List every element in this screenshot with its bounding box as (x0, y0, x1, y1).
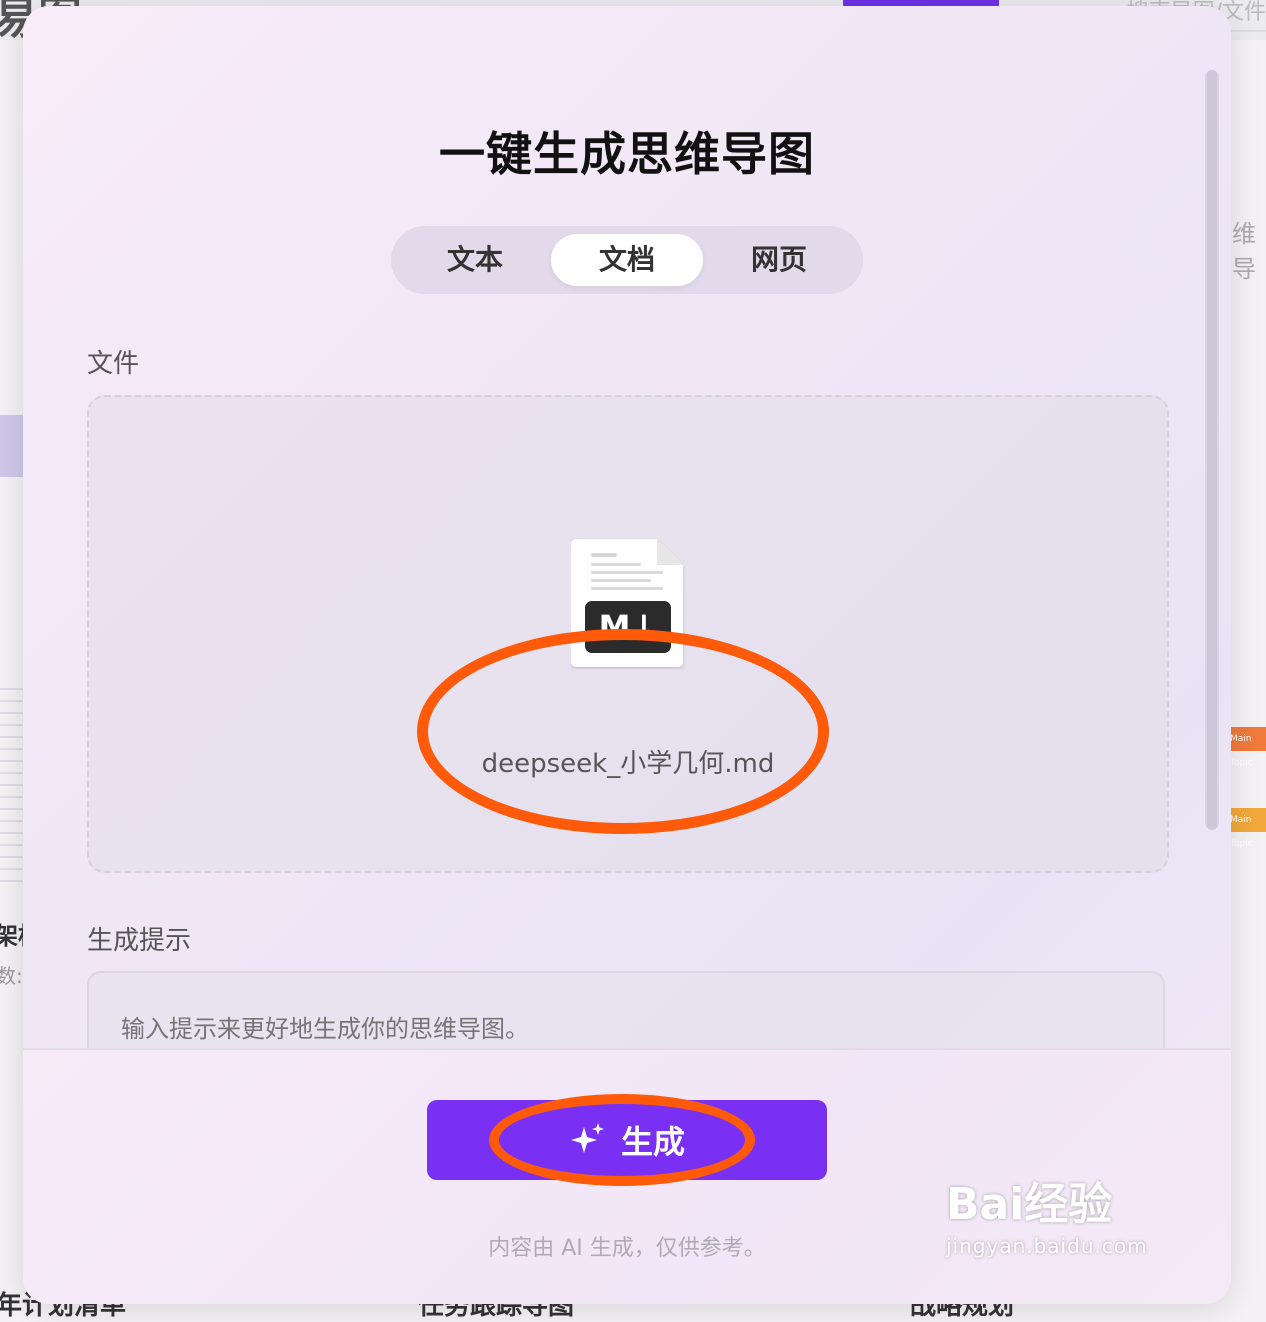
tab-webpage[interactable]: 网页 (703, 234, 855, 286)
watermark-logo: Bai经验 (946, 1179, 1113, 1230)
annotation-circle-file (417, 629, 829, 834)
tab-text[interactable]: 文本 (399, 234, 551, 286)
background-topic-tag: Main Topic (1230, 727, 1266, 768)
scrollbar-thumb[interactable] (1207, 70, 1217, 830)
source-type-tabs: 文本 文档 网页 (391, 226, 863, 294)
prompt-section-label: 生成提示 (87, 926, 192, 956)
background-right-text: 维导 (1232, 220, 1256, 283)
watermark-url: jingyan.baidu.com (946, 1234, 1148, 1258)
background-left-card (0, 415, 24, 477)
file-section-label: 文件 (87, 349, 140, 379)
dialog-scrollbar[interactable] (1205, 70, 1219, 830)
background-topic-tag: Main Topic (1230, 808, 1266, 849)
background-left-thumbnail (0, 678, 24, 888)
baidu-jingyan-watermark: Bai经验 jingyan.baidu.com (946, 1168, 1176, 1288)
annotation-circle-generate (489, 1094, 755, 1186)
dialog-title: 一键生成思维导图 (439, 127, 815, 181)
generate-mindmap-dialog: 一键生成思维导图 文本 文档 网页 文件 M↓ deepseek_小学几何.md… (23, 6, 1231, 1304)
tab-document[interactable]: 文档 (551, 234, 703, 286)
background-left-subtitle: 数: (0, 964, 23, 988)
